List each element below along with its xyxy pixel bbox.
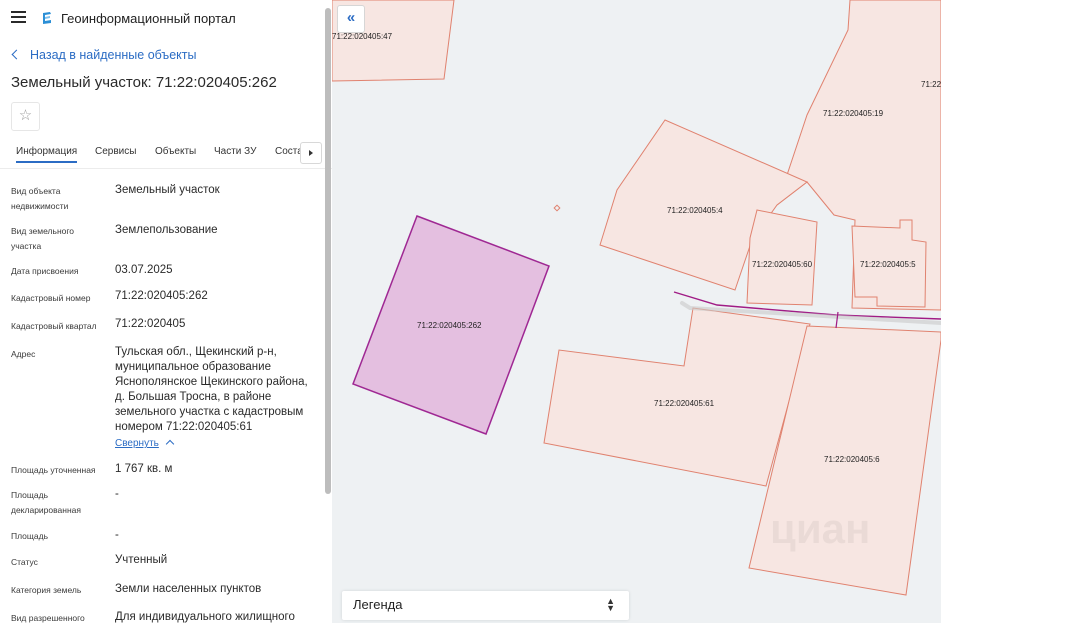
- field-label: Статус: [11, 557, 38, 567]
- point-marker[interactable]: [553, 204, 561, 212]
- address-value: Тульская обл., Щекинский р-н, муниципаль…: [115, 346, 308, 433]
- collapse-label: Свернуть: [115, 438, 159, 449]
- field-value: Земли населенных пунктов: [115, 583, 262, 595]
- tab-objects[interactable]: Объекты: [155, 146, 196, 157]
- collapse-link[interactable]: Свернуть: [115, 438, 175, 449]
- tab-information[interactable]: Информация: [16, 146, 78, 163]
- field-value: -: [115, 488, 119, 500]
- field-label: Площадь уточненная: [11, 465, 96, 475]
- parcel-label: 71:22:020405:5: [860, 260, 916, 269]
- top-bar: Геоинформационный портал: [0, 0, 332, 36]
- star-icon: ☆: [18, 107, 33, 124]
- field-label: Дата присвоения: [11, 266, 79, 276]
- watermark: циан: [770, 505, 871, 552]
- collapse-panel-button[interactable]: «: [337, 5, 365, 33]
- parcel-label: 71:22:020405:262: [417, 321, 482, 330]
- info-panel: Геоинформационный портал Назад в найденн…: [0, 0, 332, 623]
- up-down-arrows-icon: ▲ ▼: [606, 596, 615, 613]
- parcel-label: 71:22:020405:4: [667, 206, 723, 215]
- parcel-label: 71:22:020405:60: [752, 260, 813, 269]
- legend-dropdown[interactable]: Легенда ▲ ▼: [342, 591, 629, 620]
- parcel-label: 71:22:020405:19: [823, 109, 884, 118]
- field-label: Категория земель: [11, 585, 82, 595]
- tab-services[interactable]: Сервисы: [95, 146, 136, 157]
- tab-parts[interactable]: Части ЗУ: [214, 146, 256, 157]
- parcel-61[interactable]: [543, 307, 811, 487]
- portal-logo-icon: [43, 12, 51, 24]
- field-value: 71:22:020405: [115, 318, 186, 330]
- arrow-right-icon: [309, 150, 313, 156]
- page-title: Земельный участок: 71:22:020405:262: [11, 74, 277, 91]
- field-label: Адрес: [11, 349, 36, 359]
- parcel-label: 71:22:020405:6: [824, 455, 880, 464]
- legend-label: Легенда: [353, 597, 403, 612]
- chevron-up-icon: [165, 439, 175, 449]
- chevron-left-icon: [11, 49, 22, 60]
- field-label: Вид объекта недвижимости: [11, 186, 69, 211]
- back-label: Назад в найденные объекты: [30, 48, 197, 62]
- back-to-results-link[interactable]: Назад в найденные объекты: [11, 48, 197, 62]
- hamburger-menu-icon[interactable]: [11, 11, 26, 23]
- blank-area: [941, 0, 1073, 623]
- panel-scrollbar[interactable]: [325, 8, 331, 494]
- field-label: Вид разрешенного: [11, 613, 85, 623]
- field-value: 1 767 кв. м: [115, 463, 173, 475]
- field-label: Площадь декларированная: [11, 490, 81, 515]
- field-value: Учтенный: [115, 554, 168, 566]
- app-title: Геоинформационный портал: [61, 11, 236, 26]
- field-value: 71:22:020405:262: [115, 290, 208, 302]
- favorite-star-button[interactable]: ☆: [11, 102, 40, 131]
- tab-composition[interactable]: Соста: [275, 146, 303, 157]
- field-label: Кадастровый квартал: [11, 321, 97, 331]
- field-label: Площадь: [11, 531, 49, 541]
- tab-bar: Информация Сервисы Объекты Части ЗУ Сост…: [0, 142, 332, 169]
- field-label: Кадастровый номер: [11, 293, 91, 303]
- field-label: Вид земельного участка: [11, 226, 75, 251]
- field-value: Земельный участок: [115, 184, 220, 196]
- field-value: Землепользование: [115, 224, 218, 236]
- parcel-60[interactable]: [746, 209, 818, 306]
- parcel-label: 71:22: [921, 80, 941, 89]
- parcel-label: 71:22:020405:47: [332, 32, 393, 41]
- field-value: 03.07.2025: [115, 264, 173, 276]
- tabs-scroll-right-button[interactable]: [300, 142, 322, 164]
- field-value: Для индивидуального жилищного: [115, 611, 295, 623]
- field-value: -: [115, 529, 119, 541]
- parcel-label: 71:22:020405:61: [654, 399, 715, 408]
- double-chevron-left-icon: «: [346, 9, 356, 26]
